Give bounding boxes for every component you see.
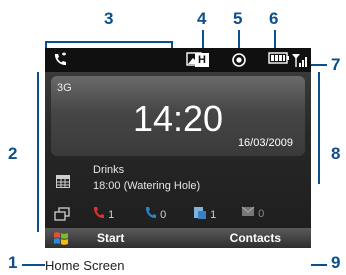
callout-7: 7 [331,55,341,74]
battery-icon[interactable] [268,52,290,68]
hsdpa-icon[interactable]: H [195,53,209,67]
network-type: 3G [57,82,72,94]
callout-2: 2 [8,144,18,163]
voicemail-count: 0 [160,209,167,221]
calendar-icon [56,175,70,188]
email-count: 0 [258,208,265,220]
callout-5: 5 [233,9,243,28]
messages-indicator[interactable]: 1 [193,206,216,222]
leader-line-9 [311,264,327,266]
gps-icon[interactable] [231,52,247,68]
leader-line-5 [238,30,240,48]
status-bar: H [45,48,311,72]
contacts-softkey[interactable]: Contacts [230,231,281,245]
callout-9: 9 [331,253,341,272]
clock-time: 14:20 [132,98,224,139]
leader-line-7 [311,64,327,66]
leader-line-3-left [45,41,47,48]
missed-calls-indicator[interactable]: 1 [93,206,114,222]
callout-6: 6 [269,9,279,28]
appointment-detail[interactable]: 18:00 (Watering Hole) [93,180,200,192]
messages-count: 1 [210,209,217,221]
softkey-bar: Start Contacts [45,228,311,248]
callout-1: 1 [8,253,18,272]
leader-line-8 [318,72,320,184]
today-panel: 3G 14:20 16/03/2009 Drinks 18:00 (Wateri… [45,72,311,228]
task-switcher-icon[interactable] [54,206,70,222]
leader-line-1 [22,264,45,266]
leader-line-3-right [171,41,173,48]
missed-calls-count: 1 [108,209,115,221]
clock-card[interactable]: 3G 14:20 16/03/2009 [51,76,305,156]
leader-line-6 [274,30,276,48]
windows-logo-icon[interactable] [53,231,69,245]
clock-date: 16/03/2009 [237,137,293,149]
appointment-title[interactable]: Drinks [93,164,124,176]
voicemail-indicator[interactable]: 0 [145,206,166,222]
leader-line-3 [45,41,173,43]
callout-3: 3 [104,9,114,28]
start-softkey[interactable]: Start [97,231,124,245]
signal-strength-icon[interactable] [291,52,309,68]
leader-line-2 [37,72,39,232]
leader-line-4 [202,30,204,48]
callout-4: 4 [197,9,207,28]
callout-8: 8 [331,144,341,163]
figure-caption: Home Screen [45,258,125,273]
call-icon[interactable] [51,52,69,68]
email-indicator[interactable]: 0 [241,206,264,222]
phone-screen: H 3G 14:20 16/03/2009 Drinks 18:00 (Wate… [45,48,311,248]
